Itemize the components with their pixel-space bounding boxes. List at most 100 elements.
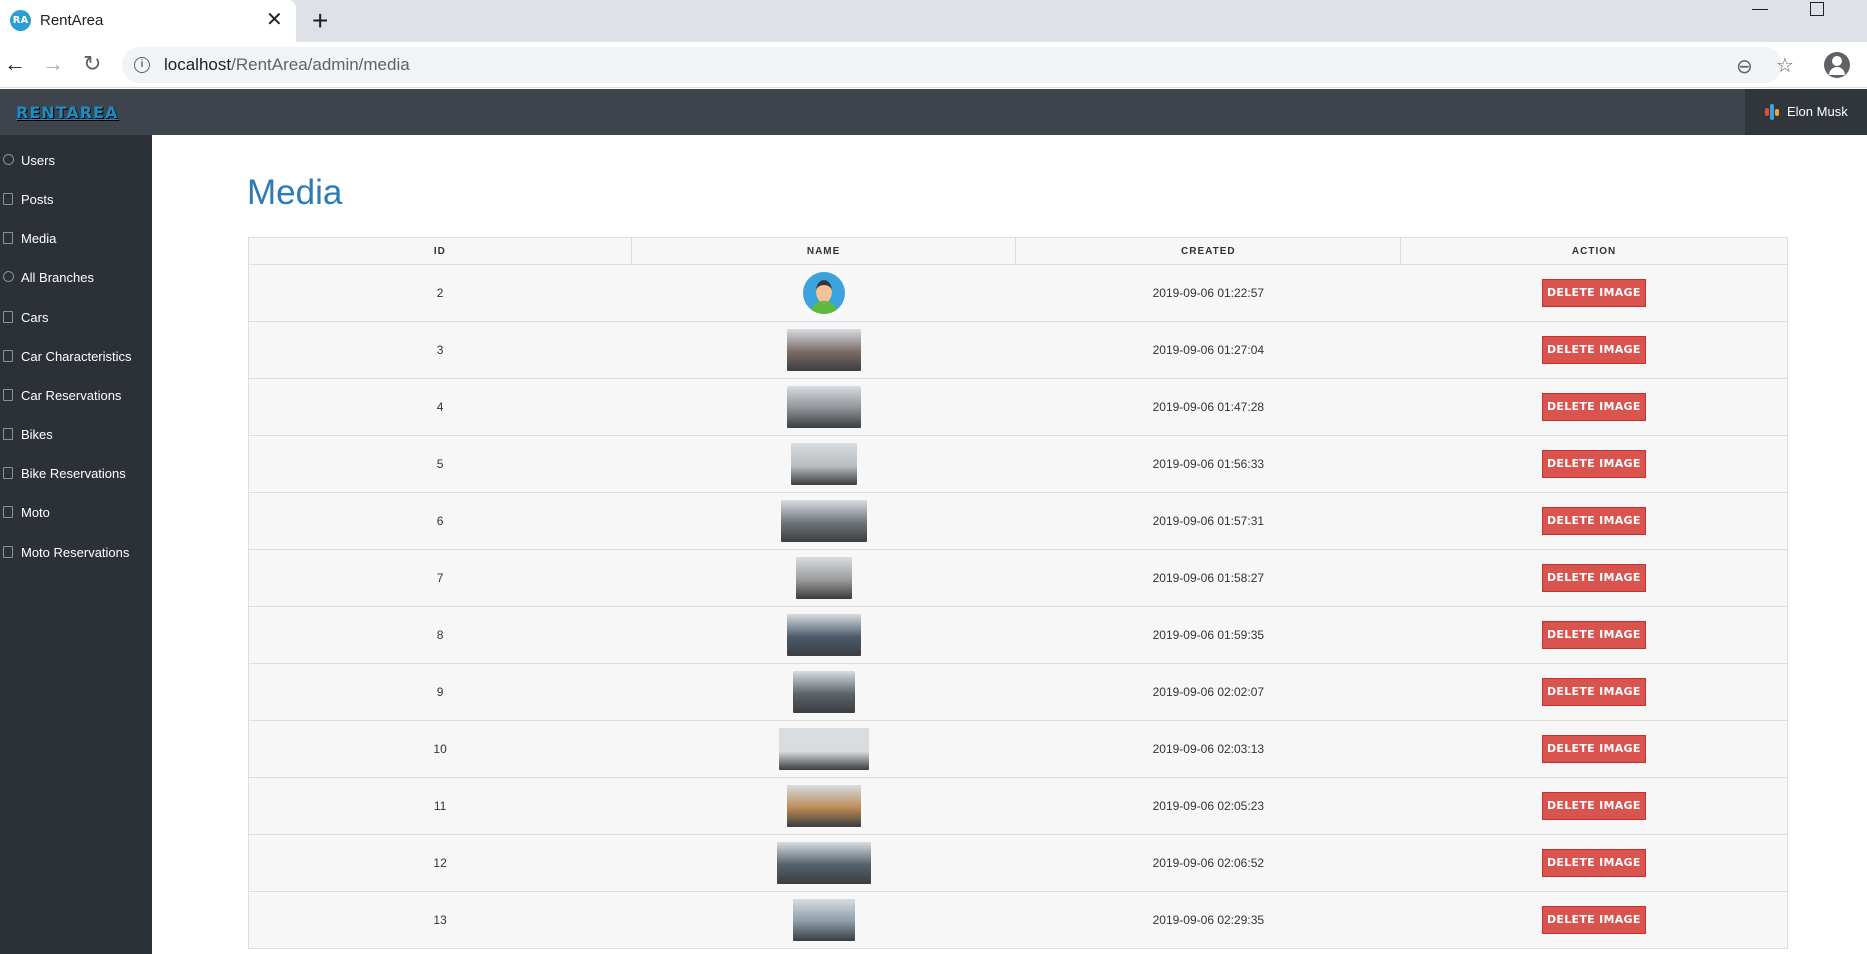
car-thumbnail	[786, 329, 861, 371]
delete-image-button[interactable]: DELETE IMAGE	[1541, 450, 1646, 478]
browser-tab[interactable]: RA RentArea ✕	[0, 0, 296, 42]
back-arrow-icon[interactable]: ←	[4, 52, 26, 76]
sidebar-item-car-reservations[interactable]: Car Reservations	[0, 380, 152, 412]
delete-image-button[interactable]: DELETE IMAGE	[1541, 564, 1646, 592]
cell-action: DELETE IMAGE	[1400, 549, 1788, 607]
cell-action: DELETE IMAGE	[1400, 492, 1788, 550]
delete-image-button[interactable]: DELETE IMAGE	[1541, 279, 1646, 307]
browser-toolbar: ← → ↻ i localhost/RentArea/admin/media ⊖…	[0, 42, 1867, 88]
cell-created: 2019-09-06 01:59:35	[1015, 606, 1401, 664]
user-avatar-icon	[1765, 104, 1779, 120]
cell-action: DELETE IMAGE	[1400, 378, 1788, 436]
header-created: CREATED	[1015, 237, 1402, 265]
forward-arrow-icon[interactable]: →	[42, 52, 64, 76]
file-icon	[3, 506, 13, 518]
bike-thumbnail	[792, 899, 855, 941]
cell-created: 2019-09-06 01:58:27	[1015, 549, 1401, 607]
cell-name	[631, 549, 1016, 607]
car-thumbnail	[776, 842, 871, 884]
sidebar-item-posts[interactable]: Posts	[0, 184, 152, 216]
delete-image-button[interactable]: DELETE IMAGE	[1541, 393, 1646, 421]
cell-name	[631, 435, 1016, 493]
sidebar-item-users[interactable]: Users	[0, 145, 152, 177]
info-icon[interactable]: i	[134, 57, 150, 73]
cell-action: DELETE IMAGE	[1400, 264, 1788, 322]
cell-name	[631, 720, 1016, 778]
car-thumbnail	[790, 443, 857, 485]
url-host: localhost	[164, 55, 232, 74]
sidebar-item-label: Bikes	[21, 427, 53, 442]
reload-icon[interactable]: ↻	[83, 52, 101, 76]
cell-action: DELETE IMAGE	[1400, 606, 1788, 664]
sidebar-item-bike-reservations[interactable]: Bike Reservations	[0, 458, 152, 490]
cell-action: DELETE IMAGE	[1400, 777, 1788, 835]
image-icon	[3, 232, 13, 244]
sidebar-item-all-branches[interactable]: All Branches	[0, 262, 152, 294]
minimize-window-icon[interactable]	[1752, 9, 1768, 11]
cell-action: DELETE IMAGE	[1400, 321, 1788, 379]
browser-tab-bar: RA RentArea ✕ +	[0, 0, 1867, 42]
table-row: 6 2019-09-06 01:57:31 DELETE IMAGE	[248, 492, 1788, 550]
sidebar-item-car-characteristics[interactable]: Car Characteristics	[0, 341, 152, 373]
delete-image-button[interactable]: DELETE IMAGE	[1541, 336, 1646, 364]
header-name: NAME	[630, 237, 1017, 265]
app-navbar: RENTAREA Elon Musk	[0, 89, 1867, 135]
sidebar-item-label: Users	[21, 153, 55, 168]
cell-id: 5	[248, 435, 632, 493]
sidebar-item-bikes[interactable]: Bikes	[0, 419, 152, 451]
cell-action: DELETE IMAGE	[1400, 435, 1788, 493]
url-text[interactable]: localhost/RentArea/admin/media	[164, 55, 410, 75]
delete-image-button[interactable]: DELETE IMAGE	[1541, 735, 1646, 763]
new-tab-icon[interactable]: +	[312, 6, 328, 36]
table-row: 12 2019-09-06 02:06:52 DELETE IMAGE	[248, 834, 1788, 892]
user-menu[interactable]: Elon Musk	[1745, 89, 1867, 135]
cell-id: 10	[248, 720, 632, 778]
cell-name	[631, 663, 1016, 721]
address-bar[interactable]: i localhost/RentArea/admin/media ⊖ ☆	[122, 47, 1794, 83]
sidebar-item-media[interactable]: Media	[0, 223, 152, 255]
cell-name	[631, 834, 1016, 892]
favicon-icon: RA	[10, 10, 31, 31]
table-row: 3 2019-09-06 01:27:04 DELETE IMAGE	[248, 321, 1788, 379]
cell-created: 2019-09-06 01:27:04	[1015, 321, 1401, 379]
cell-id: 7	[248, 549, 632, 607]
sidebar-item-label: Cars	[21, 310, 49, 325]
cell-id: 8	[248, 606, 632, 664]
page-title: Media	[247, 173, 343, 212]
zoom-icon[interactable]: ⊖	[1736, 54, 1753, 79]
sidebar-item-label: All Branches	[21, 270, 94, 285]
delete-image-button[interactable]: DELETE IMAGE	[1541, 678, 1646, 706]
car-thumbnail	[786, 614, 861, 656]
sidebar-item-label: Car Characteristics	[21, 349, 132, 364]
delete-image-button[interactable]: DELETE IMAGE	[1541, 849, 1646, 877]
file-icon	[3, 389, 13, 401]
header-action: ACTION	[1400, 237, 1788, 265]
car-thumbnail	[778, 728, 869, 770]
user-name: Elon Musk	[1787, 104, 1848, 119]
file-icon	[3, 193, 13, 205]
delete-image-button[interactable]: DELETE IMAGE	[1541, 507, 1646, 535]
cell-created: 2019-09-06 01:57:31	[1015, 492, 1401, 550]
cell-id: 13	[248, 891, 632, 949]
delete-image-button[interactable]: DELETE IMAGE	[1541, 906, 1646, 934]
car-thumbnail	[792, 671, 855, 713]
bookmark-star-icon[interactable]: ☆	[1776, 53, 1794, 78]
profile-icon[interactable]	[1824, 52, 1850, 78]
table-row: 9 2019-09-06 02:02:07 DELETE IMAGE	[248, 663, 1788, 721]
delete-image-button[interactable]: DELETE IMAGE	[1541, 792, 1646, 820]
sidebar-item-moto[interactable]: Moto	[0, 497, 152, 529]
cell-action: DELETE IMAGE	[1400, 720, 1788, 778]
sidebar-item-moto-reservations[interactable]: Moto Reservations	[0, 537, 152, 569]
close-tab-icon[interactable]: ✕	[266, 9, 283, 31]
cell-id: 3	[248, 321, 632, 379]
brand-logo[interactable]: RENTAREA	[16, 103, 118, 122]
cell-created: 2019-09-06 02:03:13	[1015, 720, 1401, 778]
sidebar-item-cars[interactable]: Cars	[0, 302, 152, 334]
table-row: 8 2019-09-06 01:59:35 DELETE IMAGE	[248, 606, 1788, 664]
maximize-window-icon[interactable]	[1810, 2, 1824, 16]
cell-id: 9	[248, 663, 632, 721]
cell-name	[631, 606, 1016, 664]
file-icon	[3, 467, 13, 479]
sidebar-item-label: Car Reservations	[21, 388, 122, 403]
delete-image-button[interactable]: DELETE IMAGE	[1541, 621, 1646, 649]
